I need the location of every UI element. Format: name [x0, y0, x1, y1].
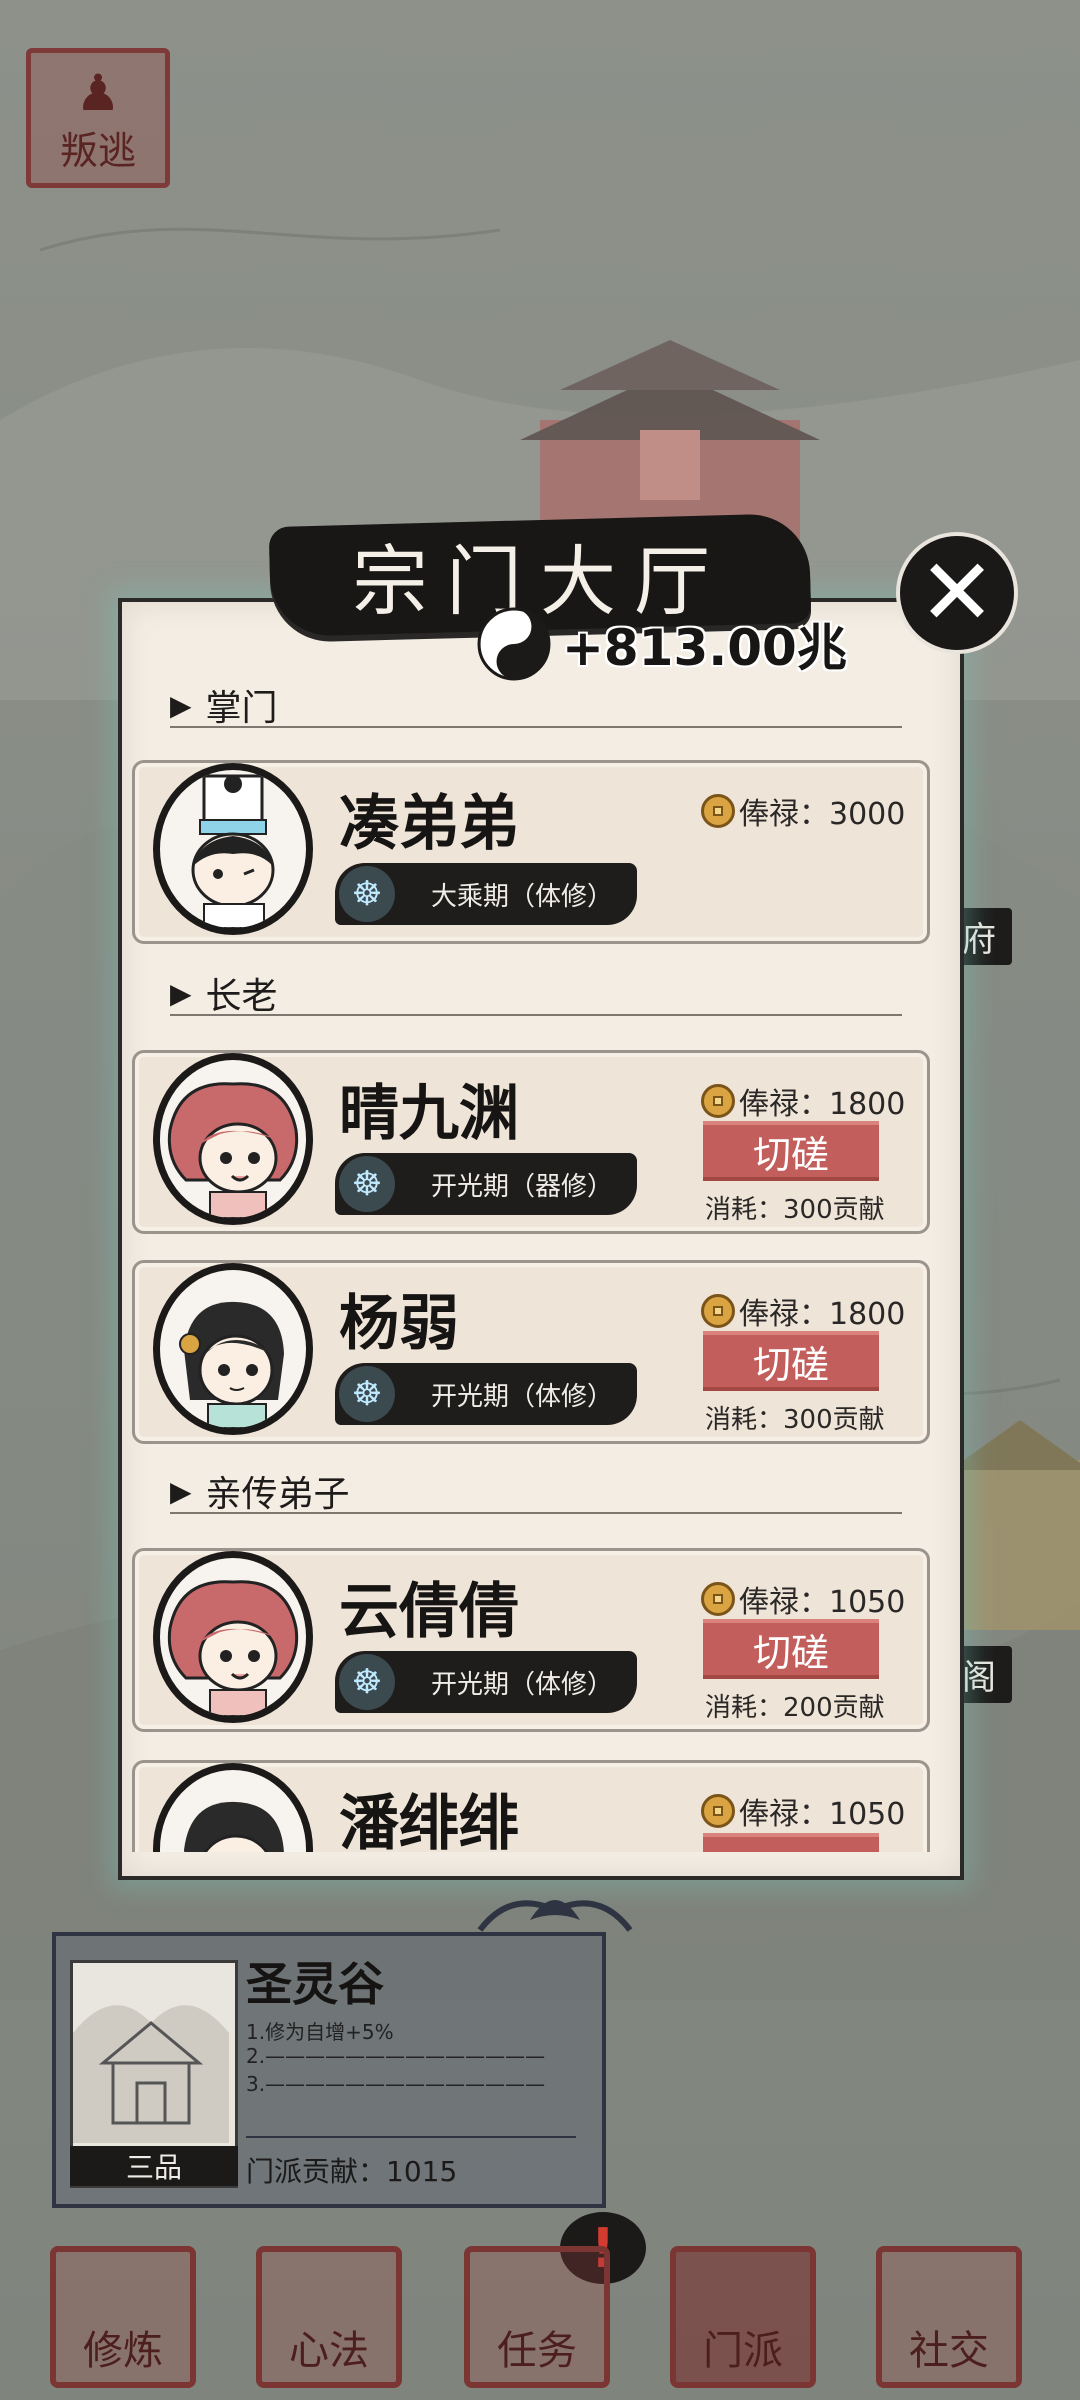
escape-seal-button[interactable]: ♟ 叛逃 — [26, 48, 170, 188]
member-avatar — [153, 763, 313, 935]
sect-bonus-1: 1.修为自增+5% — [246, 2020, 394, 2044]
yin-yang-icon — [477, 607, 551, 681]
nav-label: 任务 — [497, 2328, 577, 2374]
meditation-icon: ☸ — [339, 1156, 395, 1212]
member-name: 潘绯绯 — [339, 1789, 519, 1852]
member-avatar — [153, 1551, 313, 1723]
member-avatar — [153, 1763, 313, 1852]
salary: 俸禄：1050 — [701, 1577, 905, 1621]
sect-bonus-3: 3.—————————————— — [246, 2072, 546, 2096]
section-title: 长老 — [205, 976, 278, 1017]
nav-label: 心法 — [289, 2328, 369, 2374]
escape-label: 叛逃 — [59, 129, 136, 173]
nav-tasks[interactable]: 任务 — [464, 2246, 610, 2388]
meditation-icon: ☸ — [339, 866, 395, 922]
pawn-icon: ♟ — [75, 64, 121, 122]
nav-mind-method[interactable]: 心法 — [256, 2246, 402, 2388]
realm-text: 开光期（体修） — [431, 1381, 614, 1412]
member-name: 杨弱 — [339, 1289, 459, 1359]
member-card[interactable]: 潘绯绯 俸禄：1050 — [132, 1760, 930, 1852]
divider — [246, 2136, 576, 2138]
nav-sect[interactable]: 门派 — [670, 2246, 816, 2388]
triangle-icon: ▶ — [170, 1474, 192, 1508]
realm-text: 开光期（体修） — [431, 1669, 614, 1700]
member-avatar — [153, 1053, 313, 1225]
avatar-portrait — [184, 1801, 284, 1852]
nav-social[interactable]: 社交 — [876, 2246, 1022, 2388]
sect-contribution: 门派贡献：1015 — [246, 2155, 458, 2188]
realm-badge: ☸ 开光期（体修） — [335, 1363, 637, 1425]
member-name: 云倩倩 — [339, 1577, 519, 1647]
nav-label: 社交 — [909, 2328, 989, 2374]
spar-cost: 消耗：200贡献 — [705, 1693, 885, 1723]
spar-cost: 消耗：300贡献 — [705, 1405, 885, 1435]
realm-text: 开光期（器修） — [431, 1171, 614, 1202]
sect-building-icon — [73, 2005, 229, 2143]
member-card[interactable]: 晴九渊 ☸ 开光期（器修） 俸禄：1800 切磋 消耗：300贡献 — [132, 1050, 930, 1234]
section-header-elders: ▶ 长老 — [170, 972, 902, 1017]
avatar-portrait — [167, 1580, 299, 1716]
member-name: 凑弟弟 — [339, 789, 519, 859]
member-avatar — [153, 1263, 313, 1435]
salary-text: 俸禄：1050 — [739, 1585, 906, 1620]
avatar-portrait — [167, 1082, 299, 1218]
coin-icon — [701, 1794, 735, 1828]
nav-label: 门派 — [703, 2328, 783, 2374]
coin-icon — [701, 1294, 735, 1328]
meditation-icon: ☸ — [339, 1366, 395, 1422]
coin-icon — [701, 794, 735, 828]
nav-cultivate[interactable]: 修炼 — [50, 2246, 196, 2388]
realm-text: 大乘期（体修） — [431, 881, 614, 912]
sect-name: 圣灵谷 — [246, 1957, 384, 2011]
member-card[interactable]: 杨弱 ☸ 开光期（体修） 俸禄：1800 切磋 消耗：300贡献 — [132, 1260, 930, 1444]
avatar-portrait — [191, 774, 275, 928]
triangle-icon: ▶ — [170, 688, 192, 722]
sect-bonus-2: 2.—————————————— — [246, 2044, 546, 2068]
realm-badge: ☸ 大乘期（体修） — [335, 863, 637, 925]
avatar-portrait — [179, 1301, 284, 1428]
salary-text: 俸禄：1800 — [739, 1297, 906, 1332]
sect-grade: 三品 — [70, 2146, 238, 2186]
salary-text: 俸禄：1800 — [739, 1087, 906, 1122]
member-name: 晴九渊 — [339, 1079, 519, 1149]
coin-icon — [701, 1084, 735, 1118]
nav-label: 修炼 — [83, 2328, 163, 2374]
salary: 俸禄：1050 — [701, 1789, 905, 1833]
salary: 俸禄：3000 — [701, 789, 905, 833]
currency-value: +813.00兆 — [562, 619, 847, 677]
member-card-clip: 潘绯绯 俸禄：1050 — [132, 1760, 930, 1852]
salary-text: 俸禄：1050 — [739, 1797, 906, 1832]
close-icon: ✕ — [918, 539, 996, 646]
spar-button[interactable]: 切磋 — [703, 1331, 879, 1391]
salary: 俸禄：1800 — [701, 1289, 905, 1333]
spar-button[interactable]: 切磋 — [703, 1121, 879, 1181]
spar-button[interactable]: 切磋 — [703, 1619, 879, 1679]
realm-badge: ☸ 开光期（体修） — [335, 1651, 637, 1713]
spar-cost: 消耗：300贡献 — [705, 1195, 885, 1225]
section-title: 掌门 — [205, 688, 278, 729]
meditation-icon: ☸ — [339, 1654, 395, 1710]
triangle-icon: ▶ — [170, 976, 192, 1010]
realm-badge: ☸ 开光期（器修） — [335, 1153, 637, 1215]
member-card[interactable]: 云倩倩 ☸ 开光期（体修） 俸禄：1050 切磋 消耗：200贡献 — [132, 1548, 930, 1732]
salary-text: 俸禄：3000 — [739, 797, 906, 832]
currency-display: +813.00兆 — [476, 604, 847, 684]
section-title: 亲传弟子 — [205, 1474, 350, 1515]
salary: 俸禄：1800 — [701, 1079, 905, 1123]
section-header-disciples: ▶ 亲传弟子 — [170, 1470, 902, 1515]
close-button[interactable]: ✕ — [896, 532, 1018, 654]
coin-icon — [701, 1582, 735, 1616]
member-card[interactable]: 凑弟弟 ☸ 大乘期（体修） 俸禄：3000 — [132, 760, 930, 944]
section-header-leader: ▶ 掌门 — [170, 684, 902, 729]
spar-button[interactable] — [703, 1833, 879, 1852]
